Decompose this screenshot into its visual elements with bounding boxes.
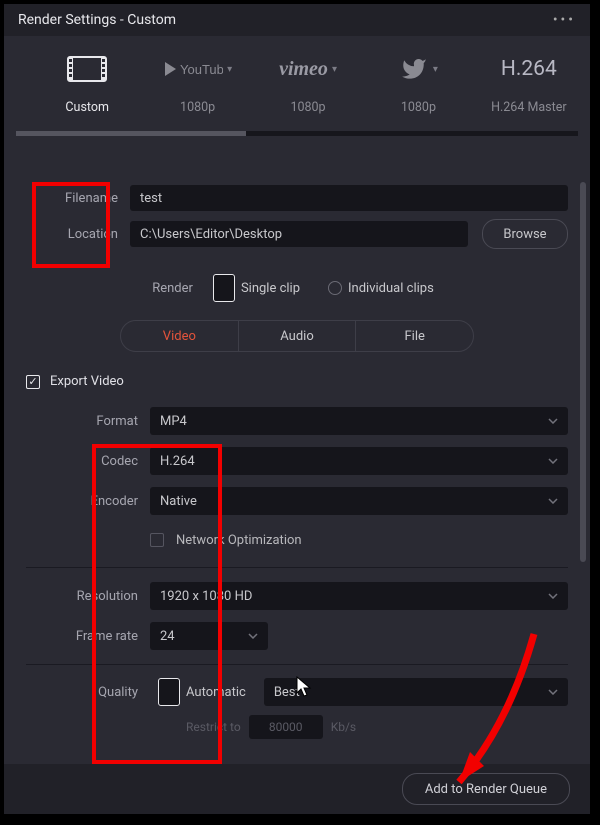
category-tabs: Video Audio File [120, 320, 474, 352]
chevron-down-icon [548, 498, 558, 504]
preset-vimeo[interactable]: vimeo▾ 1080p [255, 54, 361, 115]
browse-button[interactable]: Browse [482, 219, 568, 249]
network-opt-label: Network Optimization [176, 533, 302, 548]
chevron-down-icon [548, 418, 558, 424]
preset-scrollbar[interactable] [16, 131, 578, 136]
encoder-row: Encoder Native [26, 481, 568, 521]
render-settings-panel: Render Settings - Custom ••• Custom YouT… [4, 4, 590, 814]
encoder-label: Encoder [26, 494, 150, 509]
filename-row: Filename [26, 180, 568, 216]
restrict-unit: Kb/s [331, 720, 356, 734]
format-label: Format [26, 414, 150, 429]
quality-best-select[interactable]: Best [264, 678, 568, 706]
render-label: Render [152, 281, 193, 296]
resolution-row: Resolution 1920 x 1080 HD [26, 576, 568, 616]
render-individual-radio[interactable]: Individual clips [328, 281, 434, 296]
titlebar: Render Settings - Custom ••• [4, 4, 590, 36]
twitter-icon: ▾ [399, 54, 438, 84]
settings-body: Filename Location Browse Render Single c… [26, 180, 568, 764]
codec-label: Codec [26, 454, 150, 469]
framerate-row: Frame rate 24 [26, 616, 568, 656]
chevron-down-icon [548, 689, 558, 695]
framerate-label: Frame rate [26, 629, 150, 644]
preset-youtube[interactable]: YouTube▾ 1080p [144, 54, 250, 115]
codec-row: Codec H.264 [26, 441, 568, 481]
format-select[interactable]: MP4 [150, 407, 568, 435]
add-to-render-queue-button[interactable]: Add to Render Queue [402, 773, 570, 805]
panel-title: Render Settings - Custom [18, 12, 553, 28]
chevron-down-icon [548, 593, 558, 599]
vimeo-icon: vimeo▾ [279, 54, 337, 84]
youtube-icon: YouTube▾ [163, 54, 232, 84]
encoder-select[interactable]: Native [150, 487, 568, 515]
tab-video[interactable]: Video [121, 321, 239, 351]
chevron-down-icon [548, 458, 558, 464]
network-opt-checkbox[interactable] [150, 533, 164, 547]
quality-row: Quality Automatic Best [26, 673, 568, 711]
format-row: Format MP4 [26, 401, 568, 441]
panel-menu-icon[interactable]: ••• [553, 12, 576, 28]
tab-file[interactable]: File [356, 321, 473, 351]
h264-icon: H.264 [501, 54, 557, 84]
framerate-select[interactable]: 24 [150, 622, 268, 650]
filename-input[interactable] [130, 185, 568, 211]
restrict-input[interactable] [249, 715, 323, 739]
chevron-down-icon [248, 633, 258, 639]
film-icon [67, 54, 107, 84]
quality-label: Quality [26, 685, 150, 700]
footer: Add to Render Queue [4, 764, 590, 814]
location-row: Location Browse [26, 216, 568, 252]
export-video-label: Export Video [50, 374, 124, 389]
network-opt-row: Network Optimization [26, 521, 568, 559]
codec-select[interactable]: H.264 [150, 447, 568, 475]
preset-strip: Custom YouTube▾ 1080p vimeo▾ 1080p ▾ 108… [4, 36, 590, 115]
location-label: Location [26, 227, 130, 242]
tab-audio[interactable]: Audio [239, 321, 357, 351]
render-mode-row: Render Single clip Individual clips [26, 270, 568, 306]
filename-label: Filename [26, 191, 130, 206]
preset-custom[interactable]: Custom [34, 54, 140, 115]
svg-text:YouTube: YouTube [180, 62, 223, 77]
restrict-row: Restrict to Kb/s [26, 711, 568, 743]
quality-auto-radio[interactable]: Automatic [158, 678, 246, 706]
restrict-label: Restrict to [186, 720, 241, 734]
resolution-label: Resolution [26, 589, 150, 604]
location-input[interactable] [130, 221, 468, 247]
render-single-radio[interactable]: Single clip [213, 274, 300, 302]
resolution-select[interactable]: 1920 x 1080 HD [150, 582, 568, 610]
export-video-checkbox[interactable]: ✓ [26, 375, 40, 389]
preset-twitter[interactable]: ▾ 1080p [365, 54, 471, 115]
preset-h264-master[interactable]: H.264 H.264 Master [476, 54, 582, 115]
scrollbar[interactable] [578, 182, 586, 762]
